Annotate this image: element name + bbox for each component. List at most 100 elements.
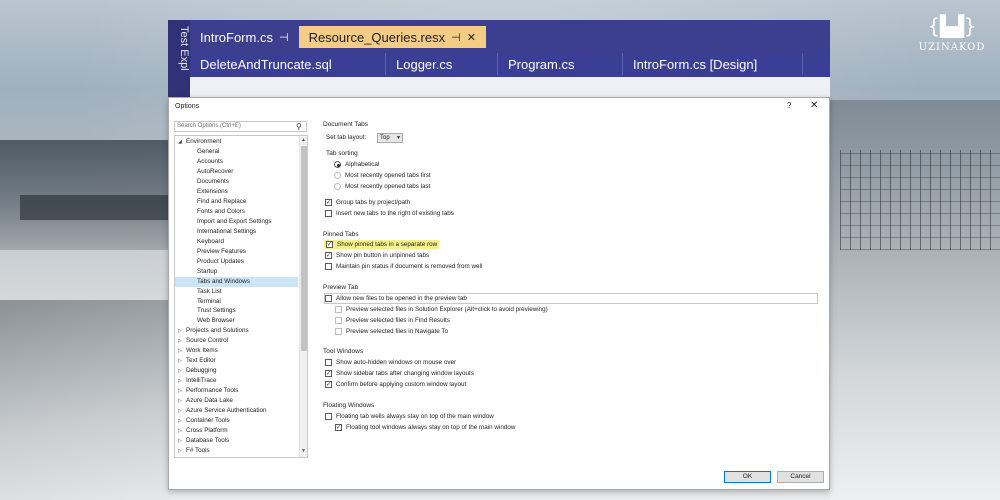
tree-item[interactable]: ▷ Azure Service Authentication — [175, 406, 298, 416]
check-insert-right[interactable]: Insert new tabs to the right of existing… — [325, 210, 454, 217]
check-preview-solution-explorer[interactable]: Preview selected files in Solution Explo… — [335, 306, 548, 313]
tab-resource-queries-resx[interactable]: Resource_Queries.resx ⊣ ✕ — [298, 26, 486, 48]
tree-item[interactable]: Terminal — [175, 297, 298, 307]
scroll-thumb[interactable] — [301, 146, 307, 351]
radio-recent-last[interactable]: Most recently opened tabs last — [334, 183, 430, 190]
tree-item[interactable]: ▷ Database Tools — [175, 436, 298, 446]
tree-item[interactable]: ▷ Performance Tools — [175, 386, 298, 396]
tree-item[interactable]: Documents — [175, 177, 298, 187]
collapsed-arrow-icon[interactable]: ▷ — [178, 356, 186, 366]
check-pinned-separate-row[interactable]: ✓ Show pinned tabs in a separate row — [324, 240, 440, 249]
tree-item[interactable]: Trust Settings — [175, 306, 298, 316]
check-floating-tab-wells[interactable]: Floating tab wells always stay on top of… — [325, 413, 494, 420]
close-icon[interactable]: ✕ — [467, 31, 476, 44]
check-auto-hidden[interactable]: Show auto-hidden windows on mouse over — [325, 359, 456, 366]
tree-item[interactable]: ▷ Cross Platform — [175, 426, 298, 436]
ok-button[interactable]: OK — [724, 471, 771, 483]
check-allow-preview[interactable]: Allow new files to be opened in the prev… — [325, 295, 467, 302]
check-confirm-layout[interactable]: ✓ Confirm before applying custom window l… — [325, 381, 466, 388]
test-explorer-side-tab[interactable]: Test Expl — [168, 20, 190, 100]
tree-item[interactable]: Keyboard — [175, 237, 298, 247]
checkbox[interactable]: ✓ — [335, 424, 342, 431]
checkbox[interactable] — [335, 306, 342, 313]
pin-icon[interactable]: ⊣ — [279, 31, 289, 44]
tree-item[interactable]: Accounts — [175, 157, 298, 167]
checkbox[interactable] — [325, 359, 332, 366]
scroll-down-icon[interactable]: ▼ — [301, 448, 306, 454]
tree-item[interactable]: Fonts and Colors — [175, 207, 298, 217]
tab-introform-design[interactable]: IntroForm.cs [Design] — [623, 53, 803, 75]
tab-deleteandtruncate-sql[interactable]: DeleteAndTruncate.sql — [190, 53, 386, 75]
checkbox[interactable] — [335, 328, 342, 335]
tree-item[interactable]: International Settings — [175, 227, 298, 237]
tab-layout-select[interactable]: Top ▼ — [377, 133, 403, 143]
tab-logger-cs[interactable]: Logger.cs — [386, 53, 498, 75]
search-icon[interactable]: ⚲ — [296, 122, 302, 131]
checkbox[interactable] — [325, 263, 332, 270]
close-button[interactable]: ✕ — [810, 100, 818, 111]
collapsed-arrow-icon[interactable]: ▷ — [178, 416, 186, 426]
check-maintain-pin[interactable]: Maintain pin status if document is remov… — [325, 263, 482, 270]
check-preview-find-results[interactable]: Preview selected files in Find Results — [335, 317, 450, 324]
tree-item[interactable]: ▷ Text Editor — [175, 356, 298, 366]
tree-item[interactable]: ▷ IntelliTrace — [175, 376, 298, 386]
radio-alphabetical[interactable]: Alphabetical — [334, 161, 379, 168]
collapsed-arrow-icon[interactable]: ▷ — [178, 366, 186, 376]
checkbox[interactable] — [325, 210, 332, 217]
radio-recent-first[interactable]: Most recently opened tabs first — [334, 172, 431, 179]
tree-item[interactable]: Extensions — [175, 187, 298, 197]
tree-item[interactable]: ◢ Environment — [175, 137, 298, 147]
radio-button[interactable] — [334, 161, 341, 168]
tab-introform-cs[interactable]: IntroForm.cs ⊣ — [190, 26, 299, 48]
tree-item[interactable]: Find and Replace — [175, 197, 298, 207]
tree-item[interactable]: Task List — [175, 287, 298, 297]
radio-button[interactable] — [334, 183, 341, 190]
checkbox[interactable]: ✓ — [325, 199, 332, 206]
check-floating-tool-windows[interactable]: ✓ Floating tool windows always stay on to… — [335, 424, 515, 431]
help-button[interactable]: ? — [787, 101, 791, 110]
tree-item[interactable]: Web Browser — [175, 316, 298, 326]
collapsed-arrow-icon[interactable]: ▷ — [178, 326, 186, 336]
check-preview-navigate-to[interactable]: Preview selected files in Navigate To — [335, 328, 448, 335]
tree-item[interactable]: ▷ Source Control — [175, 336, 298, 346]
tree-item[interactable]: Product Updates — [175, 257, 298, 267]
expanded-arrow-icon[interactable]: ◢ — [178, 137, 186, 147]
tree-item[interactable]: ▷ Work Items — [175, 346, 298, 356]
collapsed-arrow-icon[interactable]: ▷ — [178, 336, 186, 346]
tree-item[interactable]: ▷ F# Tools — [175, 446, 298, 456]
collapsed-arrow-icon[interactable]: ▷ — [178, 376, 186, 386]
checkbox[interactable] — [325, 413, 332, 420]
tree-item[interactable]: Import and Export Settings — [175, 217, 298, 227]
checkbox[interactable]: ✓ — [325, 381, 332, 388]
checkbox[interactable]: ✓ — [325, 370, 332, 377]
tree-item[interactable]: AutoRecover — [175, 167, 298, 177]
pin-icon[interactable]: ⊣ — [451, 31, 461, 44]
scroll-up-icon[interactable]: ▲ — [301, 137, 306, 143]
tree-item[interactable]: ▷ Projects and Solutions — [175, 326, 298, 336]
tree-item[interactable]: Tabs and Windows — [175, 276, 298, 287]
checkbox[interactable]: ✓ — [325, 252, 332, 259]
collapsed-arrow-icon[interactable]: ▷ — [178, 396, 186, 406]
collapsed-arrow-icon[interactable]: ▷ — [178, 406, 186, 416]
tab-program-cs[interactable]: Program.cs — [498, 53, 623, 75]
collapsed-arrow-icon[interactable]: ▷ — [178, 386, 186, 396]
search-options-input[interactable]: Search Options (Ctrl+E) ⚲ — [174, 121, 307, 132]
checkbox[interactable] — [325, 295, 332, 302]
tree-item[interactable]: ▷ Debugging — [175, 366, 298, 376]
tree-item[interactable]: ▷ Container Tools — [175, 416, 298, 426]
collapsed-arrow-icon[interactable]: ▷ — [178, 426, 186, 436]
tree-item[interactable]: ▷ Azure Data Lake — [175, 396, 298, 406]
radio-button[interactable] — [334, 172, 341, 179]
check-group-tabs[interactable]: ✓ Group tabs by project/path — [325, 199, 410, 206]
collapsed-arrow-icon[interactable]: ▷ — [178, 346, 186, 356]
tree-scrollbar[interactable]: ▲ ▼ — [299, 136, 307, 457]
collapsed-arrow-icon[interactable]: ▷ — [178, 446, 186, 456]
cancel-button[interactable]: Cancel — [777, 471, 824, 483]
check-pin-button[interactable]: ✓ Show pin button in unpinned tabs — [325, 252, 429, 259]
collapsed-arrow-icon[interactable]: ▷ — [178, 436, 186, 446]
checkbox[interactable] — [335, 317, 342, 324]
tree-item[interactable]: General — [175, 147, 298, 157]
tree-item[interactable]: Preview Features — [175, 247, 298, 257]
checkbox[interactable]: ✓ — [326, 241, 333, 248]
check-sidebar-tabs[interactable]: ✓ Show sidebar tabs after changing window… — [325, 370, 474, 377]
